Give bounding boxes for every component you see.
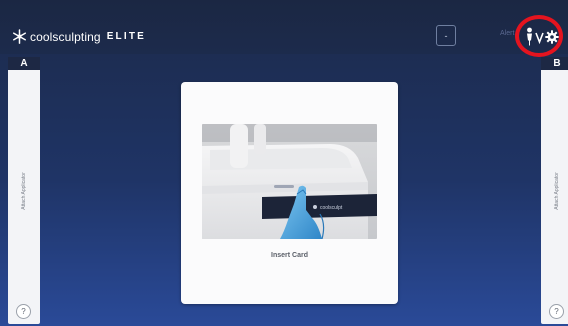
applicator-panel-b[interactable]: B Attach Applicator ? — [541, 57, 568, 324]
snowflake-icon — [13, 29, 26, 44]
person-icon[interactable] — [525, 27, 534, 47]
square-button[interactable]: - — [436, 25, 456, 46]
brand-logo: coolsculpting ELITE — [12, 29, 146, 44]
svg-text:coolsculpt: coolsculpt — [320, 205, 343, 211]
panel-a-help-button[interactable]: ? — [16, 304, 31, 319]
panel-b-help-button[interactable]: ? — [549, 304, 564, 319]
insert-card-caption: Insert Card — [271, 252, 308, 259]
panel-a-letter: A — [8, 57, 40, 70]
check-icon — [535, 32, 544, 44]
gear-icon[interactable] — [545, 30, 559, 44]
insert-card-panel: coolsculpt Insert Card — [181, 82, 398, 304]
brand-name: coolsculpting — [30, 29, 101, 44]
panel-b-letter: B — [541, 57, 568, 70]
applicator-panel-a[interactable]: A Attach Applicator ? — [8, 57, 40, 324]
insert-card-image: coolsculpt — [202, 124, 377, 239]
top-bar: coolsculpting ELITE - Alert — [0, 0, 568, 57]
panel-b-label: Attach Applicator — [554, 172, 560, 210]
panel-a-label: Attach Applicator — [21, 172, 27, 210]
device-illustration: coolsculpt — [202, 124, 377, 239]
status-icons[interactable] — [523, 22, 561, 52]
brand-edition: ELITE — [106, 31, 147, 42]
faded-status-label: Alert — [500, 30, 515, 37]
